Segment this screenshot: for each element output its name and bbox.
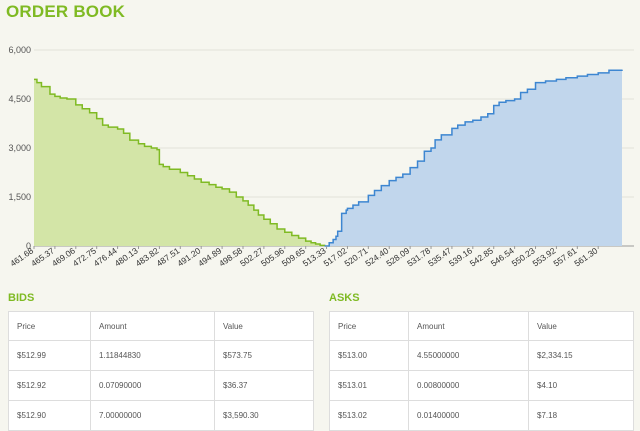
- ask-price: $513.02: [329, 400, 409, 431]
- bid-price: $512.99: [8, 340, 91, 371]
- asks-header-row: Price Amount Value: [329, 311, 634, 341]
- ask-value: $7.18: [528, 400, 634, 431]
- bid-price: $512.90: [8, 400, 91, 431]
- bid-amount: 0.07090000: [90, 370, 215, 401]
- bid-value: $3,590.30: [214, 400, 314, 431]
- bids-col-value[interactable]: Value: [214, 311, 314, 341]
- bids-col-price[interactable]: Price: [8, 311, 91, 341]
- table-row[interactable]: $513.02 0.01400000 $7.18: [329, 400, 634, 431]
- x-axis: 461.68465.37469.06472.75476.44480.13483.…: [8, 245, 599, 268]
- bid-value: $36.37: [214, 370, 314, 401]
- table-row[interactable]: $513.00 4.55000000 $2,334.15: [329, 340, 634, 371]
- depth-chart: 01,5003,0004,5006,000 461.68465.37469.06…: [8, 45, 634, 269]
- y-tick-label: 3,000: [8, 143, 31, 153]
- chart-areas: [34, 69, 623, 247]
- asks-col-price[interactable]: Price: [329, 311, 409, 341]
- bids-col-amount[interactable]: Amount: [90, 311, 215, 341]
- ask-price: $513.00: [329, 340, 409, 371]
- ask-amount: 0.01400000: [408, 400, 529, 431]
- bid-amount: 1.11844830: [90, 340, 215, 371]
- asks-area: [324, 69, 622, 246]
- table-row[interactable]: $512.90 7.00000000 $3,590.30: [8, 400, 314, 431]
- asks-col-amount[interactable]: Amount: [408, 311, 529, 341]
- page-title: ORDER BOOK: [6, 2, 126, 21]
- table-row[interactable]: $512.92 0.07090000 $36.37: [8, 370, 314, 401]
- asks-label: ASKS: [329, 292, 360, 304]
- ask-amount: 4.55000000: [408, 340, 529, 371]
- y-tick-label: 4,500: [8, 94, 31, 104]
- ask-value: $2,334.15: [528, 340, 634, 371]
- asks-table: Price Amount Value $513.00 4.55000000 $2…: [329, 311, 634, 431]
- bids-table: Price Amount Value $512.99 1.11844830 $5…: [8, 311, 314, 431]
- x-tick-label: 561.30: [572, 245, 599, 268]
- bid-value: $573.75: [214, 340, 314, 371]
- bid-amount: 7.00000000: [90, 400, 215, 431]
- table-row[interactable]: $512.99 1.11844830 $573.75: [8, 340, 314, 371]
- table-row[interactable]: $513.01 0.00800000 $4.10: [329, 370, 634, 401]
- ask-value: $4.10: [528, 370, 634, 401]
- asks-col-value[interactable]: Value: [528, 311, 634, 341]
- y-tick-label: 6,000: [8, 45, 31, 55]
- ask-amount: 0.00800000: [408, 370, 529, 401]
- bids-label: BIDS: [8, 292, 35, 304]
- y-tick-label: 1,500: [8, 192, 31, 202]
- y-axis: 01,5003,0004,5006,000: [8, 45, 31, 251]
- bids-header-row: Price Amount Value: [8, 311, 314, 341]
- ask-price: $513.01: [329, 370, 409, 401]
- bid-price: $512.92: [8, 370, 91, 401]
